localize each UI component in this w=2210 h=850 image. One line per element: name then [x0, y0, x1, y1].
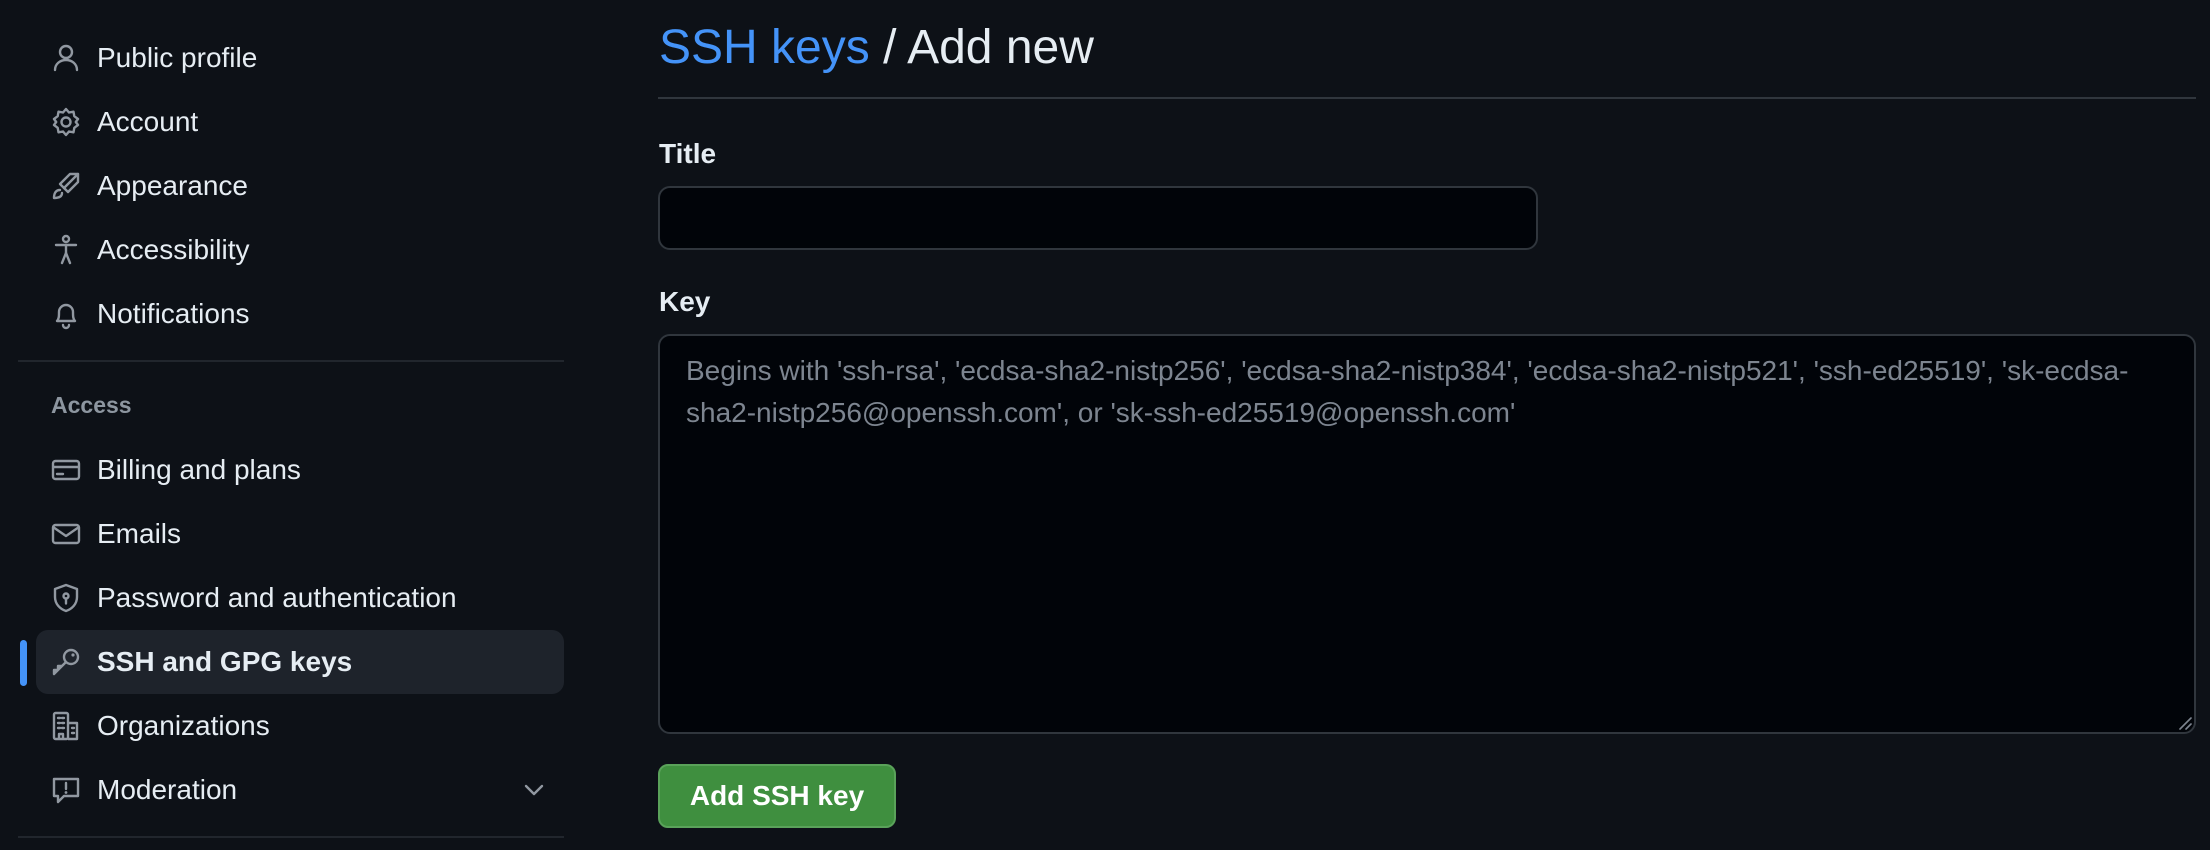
page-title: SSH keys / Add new: [659, 18, 1094, 78]
active-item-indicator: [20, 640, 27, 686]
sidebar-item-label: Organizations: [97, 710, 270, 741]
sidebar-item-password-and-authentication[interactable]: Password and authentication: [36, 566, 564, 630]
add-ssh-key-button[interactable]: Add SSH key: [658, 764, 896, 828]
sidebar-item-label: Emails: [97, 518, 182, 549]
chevron-down-icon[interactable]: [520, 776, 548, 804]
sidebar-item-label: Appearance: [97, 170, 249, 201]
sidebar-item-accessibility[interactable]: Accessibility: [36, 218, 564, 282]
settings-page: Public profile Account Appearance Access…: [0, 0, 2210, 850]
sidebar-item-label: Account: [97, 106, 199, 137]
bell-icon: [50, 298, 82, 330]
sidebar-item-label: Accessibility: [97, 234, 250, 265]
person-icon: [50, 42, 82, 74]
title-field-label: Title: [659, 138, 717, 169]
sidebar-item-public-profile[interactable]: Public profile: [36, 26, 564, 90]
gear-icon: [50, 106, 82, 138]
header-divider: [658, 97, 2196, 99]
sidebar-divider: [18, 836, 564, 838]
sidebar-item-moderation[interactable]: Moderation: [36, 758, 564, 822]
organization-icon: [50, 710, 82, 742]
sidebar-item-label: Notifications: [97, 298, 250, 329]
mail-icon: [50, 518, 82, 550]
paintbrush-icon: [50, 170, 82, 202]
key-icon: [50, 646, 82, 678]
sidebar-item-appearance[interactable]: Appearance: [36, 154, 564, 218]
accessibility-icon: [50, 234, 82, 266]
sidebar-item-label: Public profile: [97, 42, 258, 73]
key-field-label: Key: [659, 286, 711, 317]
resize-handle-icon[interactable]: [2178, 716, 2192, 730]
sidebar-item-label: SSH and GPG keys: [97, 646, 353, 677]
breadcrumb-ssh-keys-link[interactable]: SSH keys: [659, 21, 870, 74]
sidebar-item-label: Password and authentication: [97, 582, 457, 613]
sidebar-item-account[interactable]: Account: [36, 90, 564, 154]
sidebar-item-organizations[interactable]: Organizations: [36, 694, 564, 758]
title-input[interactable]: [658, 186, 1538, 250]
key-textarea[interactable]: [658, 334, 2196, 734]
sidebar-item-notifications[interactable]: Notifications: [36, 282, 564, 346]
sidebar-item-billing-and-plans[interactable]: Billing and plans: [36, 438, 564, 502]
credit-card-icon: [50, 454, 82, 486]
sidebar-item-label: Billing and plans: [97, 454, 301, 485]
shield-lock-icon: [50, 582, 82, 614]
sidebar-divider: [18, 360, 564, 362]
main-content: SSH keys / Add new Title Key Add SSH key: [658, 0, 2196, 850]
sidebar-item-emails[interactable]: Emails: [36, 502, 564, 566]
sidebar-section-heading-access: Access: [51, 392, 132, 418]
sidebar-item-label: Moderation: [97, 774, 238, 805]
breadcrumb-current: Add new: [907, 21, 1094, 74]
report-icon: [50, 774, 82, 806]
sidebar-item-ssh-and-gpg-keys[interactable]: SSH and GPG keys: [36, 630, 564, 694]
settings-sidebar: Public profile Account Appearance Access…: [18, 0, 564, 850]
breadcrumb-separator: /: [869, 21, 908, 74]
